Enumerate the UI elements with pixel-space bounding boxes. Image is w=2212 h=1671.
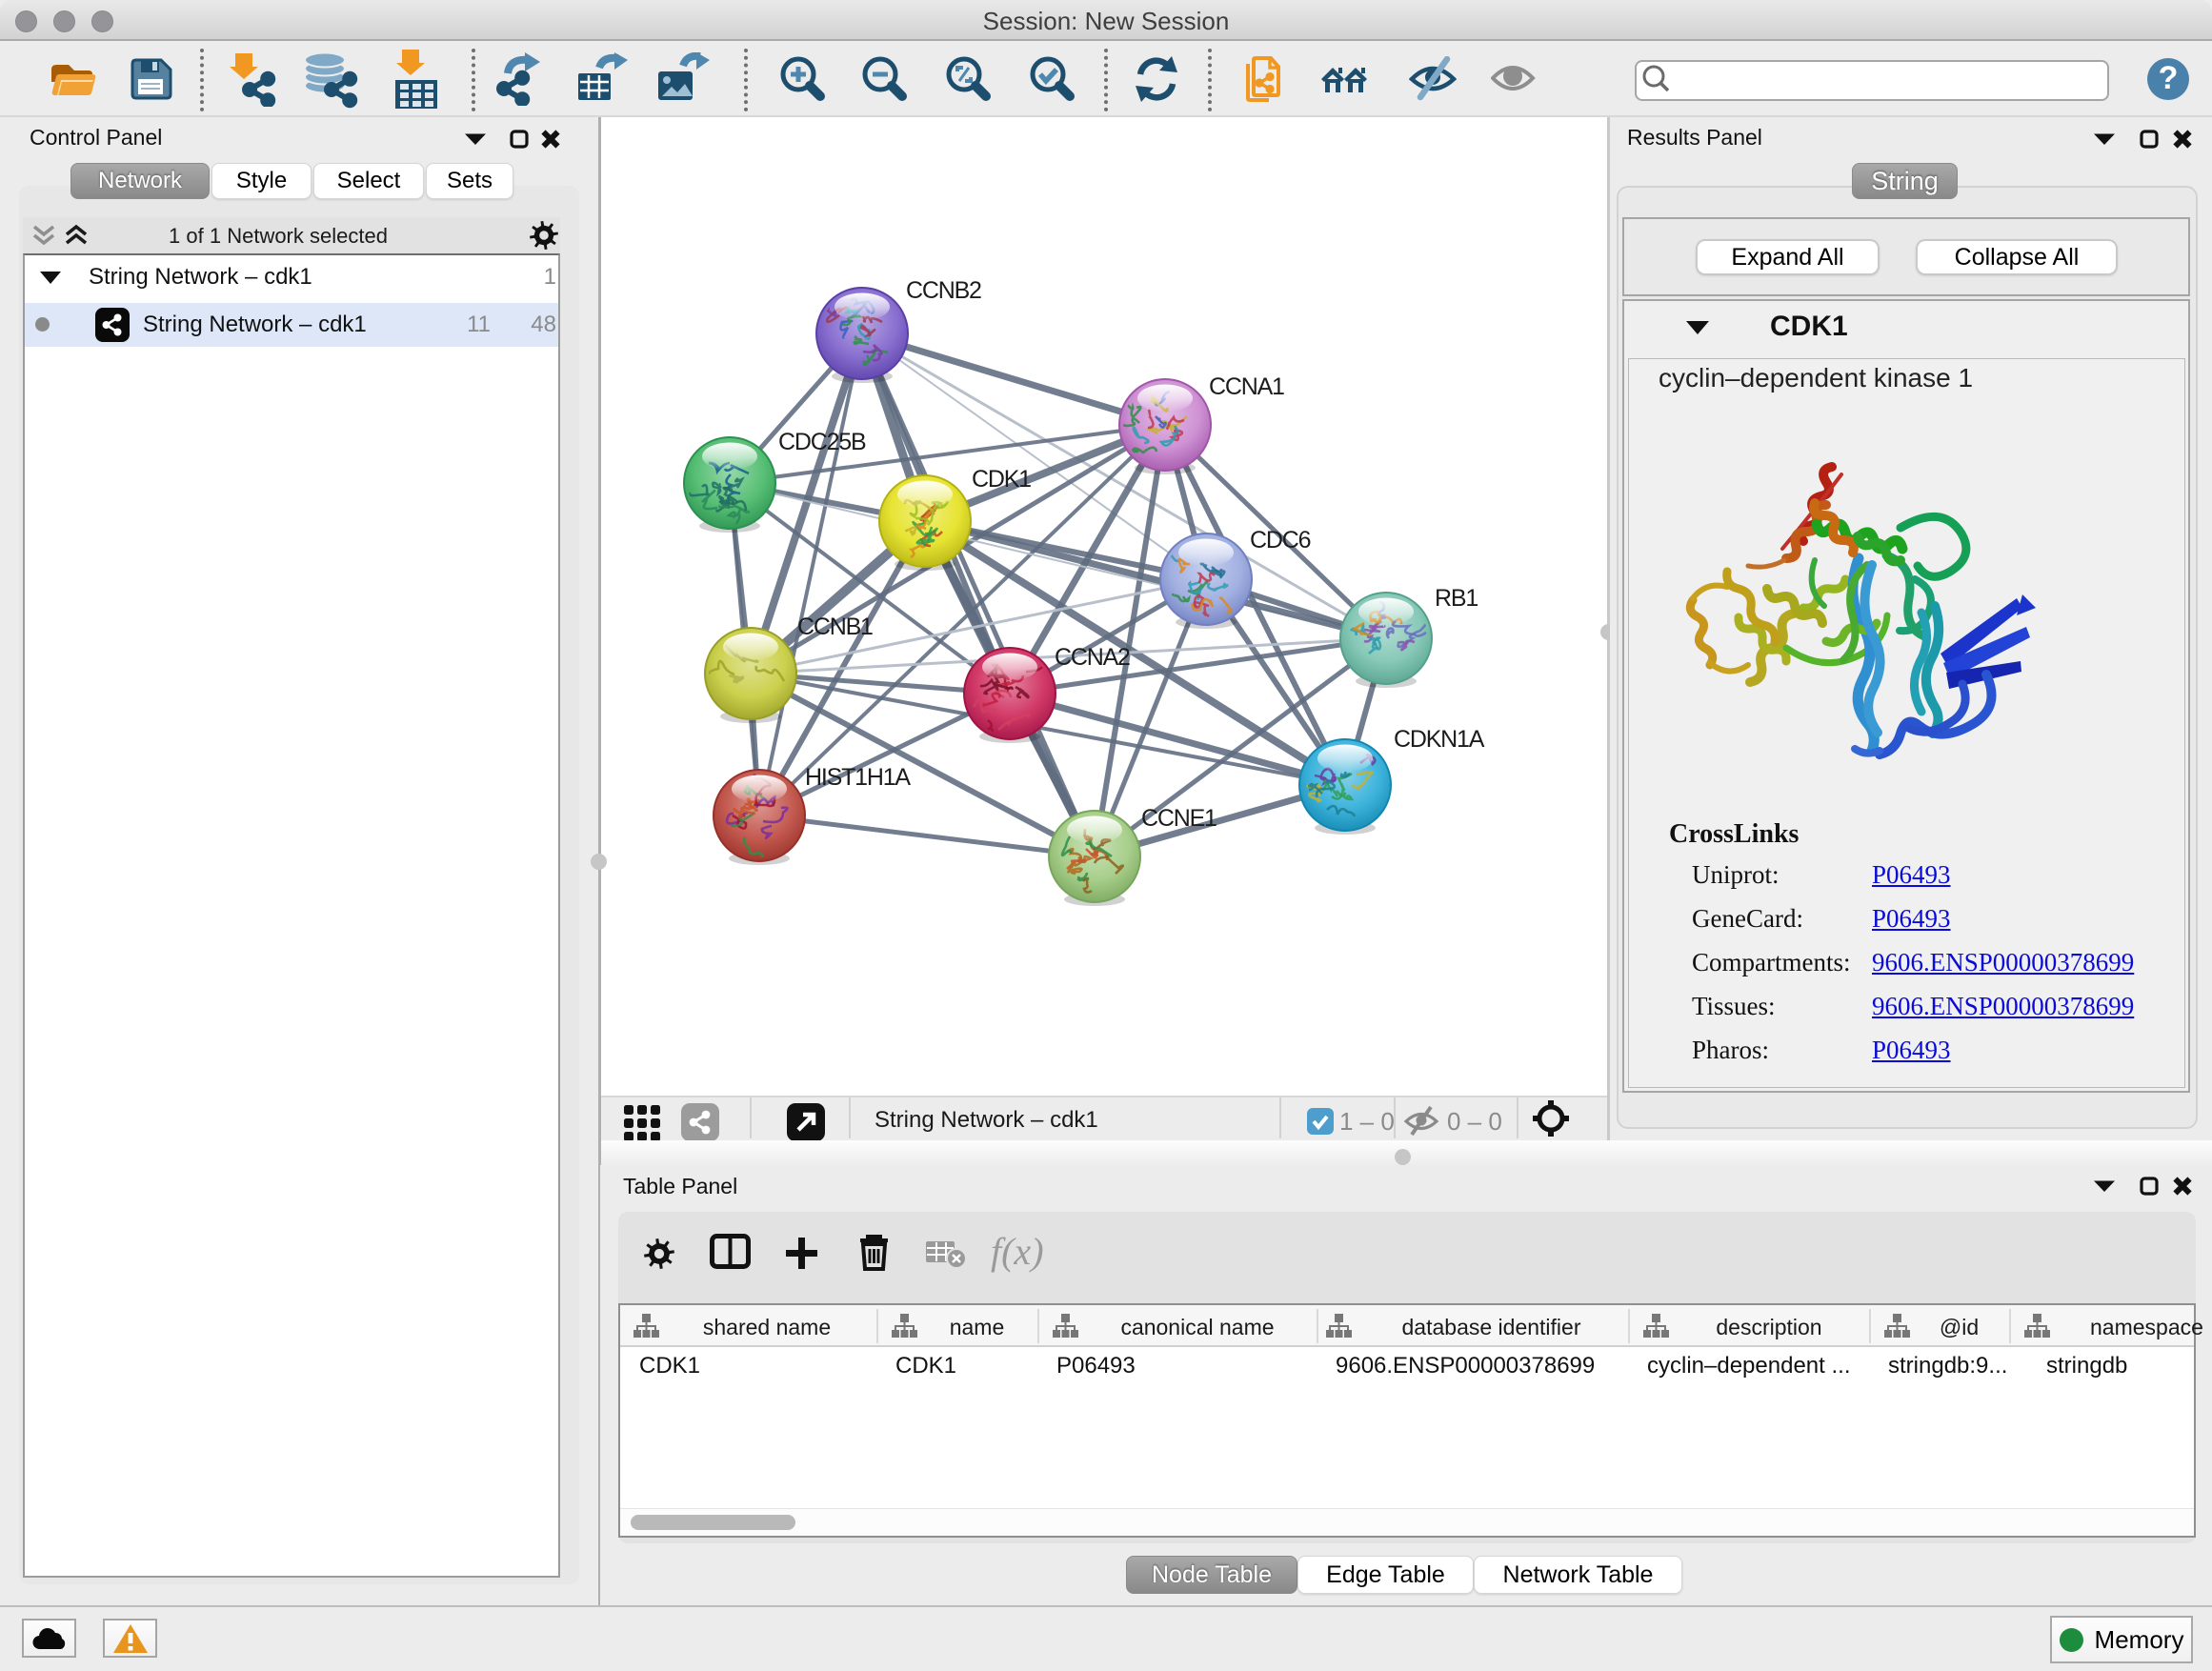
svg-text:?: ? [2159, 60, 2179, 96]
